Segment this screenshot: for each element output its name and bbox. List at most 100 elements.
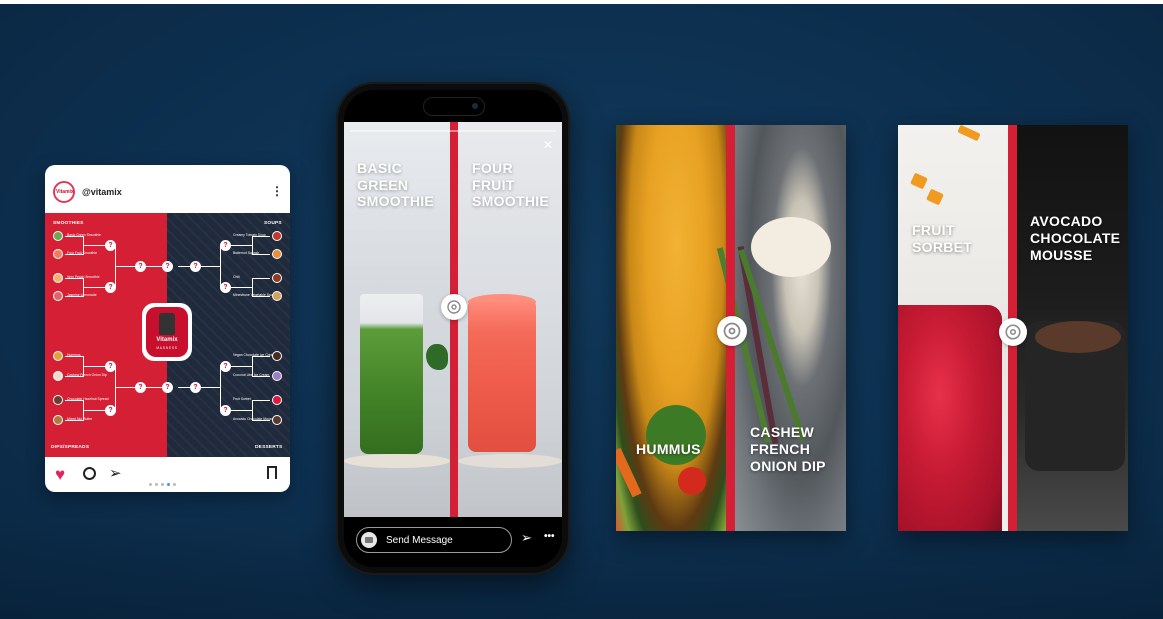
story-card-hummus-cashew[interactable]: HUMMUS CASHEW FRENCH ONION DIP [616,125,846,531]
bracket-line [231,287,252,288]
title-line: AVOCADO [1030,213,1103,229]
entry-thumb [272,273,282,283]
right-story-title: FOUR FRUIT SMOOTHIE [472,160,549,210]
bracket-line [83,366,105,367]
entry-thumb [272,231,282,241]
bracket-question: ? [220,361,231,372]
bracket-line [65,278,83,279]
camera-icon[interactable] [361,532,377,548]
send-icon[interactable]: ➢ [521,530,532,546]
bracket-line [252,420,270,421]
desserts-label: DESSERTS [255,445,283,450]
bracket-line [65,400,83,401]
vitamix-swirl-icon [999,318,1027,346]
green-smoothie-glass [360,294,423,454]
story-progress-bar [350,130,556,132]
share-icon[interactable]: ➢ [109,464,122,482]
bracket-line [83,287,105,288]
title-line: SMOOTHIE [472,193,550,209]
blender-icon [159,313,175,335]
title-line: SMOOTHIE [357,193,435,209]
heart-icon[interactable]: ♥ [55,465,65,485]
top-strip [0,0,1163,4]
dynamic-island [423,97,485,116]
bracket-line [252,278,270,279]
bracket-line [178,387,190,388]
bracket-line [200,387,220,388]
bracket-line [252,278,253,297]
avocado-mousse-title: AVOCADO CHOCOLATE MOUSSE [1030,213,1120,264]
bookmark-icon[interactable] [267,466,277,482]
entry-thumb [53,249,63,259]
soups-label: SOUPS [264,221,282,226]
bracket-line [115,266,135,267]
bracket-line [146,266,162,267]
tomato [678,467,706,495]
bracket-line [178,266,190,267]
bracket-question: ? [105,282,116,293]
bracket-line [252,236,253,255]
send-message-input[interactable]: Send Message [356,527,512,553]
entry-thumb [53,395,63,405]
bracket-question: ? [220,240,231,251]
title-line: ONION DIP [750,458,826,474]
bracket-line [252,400,253,421]
avatar[interactable]: Vitamix [53,181,75,203]
title-line: FOUR [472,160,513,176]
left-story-title: BASIC GREEN SMOOTHIE [357,160,434,210]
entry-thumb [272,415,282,425]
sorbet-container [898,305,1002,531]
bracket-line [252,400,270,401]
story-card-sorbet-mousse[interactable]: FRUIT SORBET AVOCADO CHOCOLATE MOUSSE [898,125,1128,531]
story-view[interactable]: ✕ BASIC GREEN SMOOTHIE FOUR FRUIT SMOOTH… [344,122,562,517]
phone-screen: ✕ BASIC GREEN SMOOTHIE FOUR FRUIT SMOOTH… [344,90,562,567]
bracket-line [115,366,116,411]
bracket-line [231,245,252,246]
title-line: GREEN [357,176,409,193]
cashew-dip-title: CASHEW FRENCH ONION DIP [750,424,826,475]
bracket-line [115,387,135,388]
entry-thumb [53,351,63,361]
bracket-question: ? [220,405,231,416]
logo-text: Vitamix [156,337,178,343]
bracket-question: ? [190,261,201,272]
entry-name: Fruit Sorbet [233,397,251,401]
bracket-question: ? [105,240,116,251]
hummus-title: HUMMUS [636,441,701,458]
carousel-dots [149,473,179,491]
vitamix-swirl-icon [717,316,747,346]
bracket-line [252,254,270,255]
bracket-question: ? [162,261,173,272]
bracket-line [231,366,252,367]
title-line: FRUIT [912,222,955,238]
carousel-dot [149,483,152,486]
fruit-smoothie-glass [468,302,536,452]
bracket-question: ? [135,382,146,393]
bracket-line [252,356,270,357]
carousel-dot [161,483,164,486]
comment-icon[interactable] [83,467,96,480]
vitamix-swirl-icon [441,294,467,320]
vitamix-madness-logo: Vitamix MADNESS [142,303,192,361]
close-icon[interactable]: ✕ [543,138,553,152]
title-line: FRUIT [472,176,515,193]
bracket-line [220,366,221,411]
dips-label: DIPS/SPREADS [51,445,90,450]
entry-thumb [53,415,63,425]
mousse-top [1035,321,1121,353]
bracket-line [83,410,105,411]
carousel-dot-active [167,483,170,486]
bracket-line [65,356,83,357]
camera-icon [472,103,478,109]
bracket-question: ? [135,261,146,272]
more-icon[interactable]: ••• [544,531,555,542]
title-line: CHOCOLATE [1030,230,1121,246]
entry-thumb [53,371,63,381]
entry-thumb [272,291,282,301]
more-options-icon[interactable]: ⋮ [271,184,283,198]
entry-thumb [53,291,63,301]
account-handle[interactable]: @vitamix [82,187,122,197]
phone-mockup: ✕ BASIC GREEN SMOOTHIE FOUR FRUIT SMOOTH… [336,82,570,575]
post-header: Vitamix @vitamix ⋮ [45,165,290,213]
bracket-question: ? [220,282,231,293]
